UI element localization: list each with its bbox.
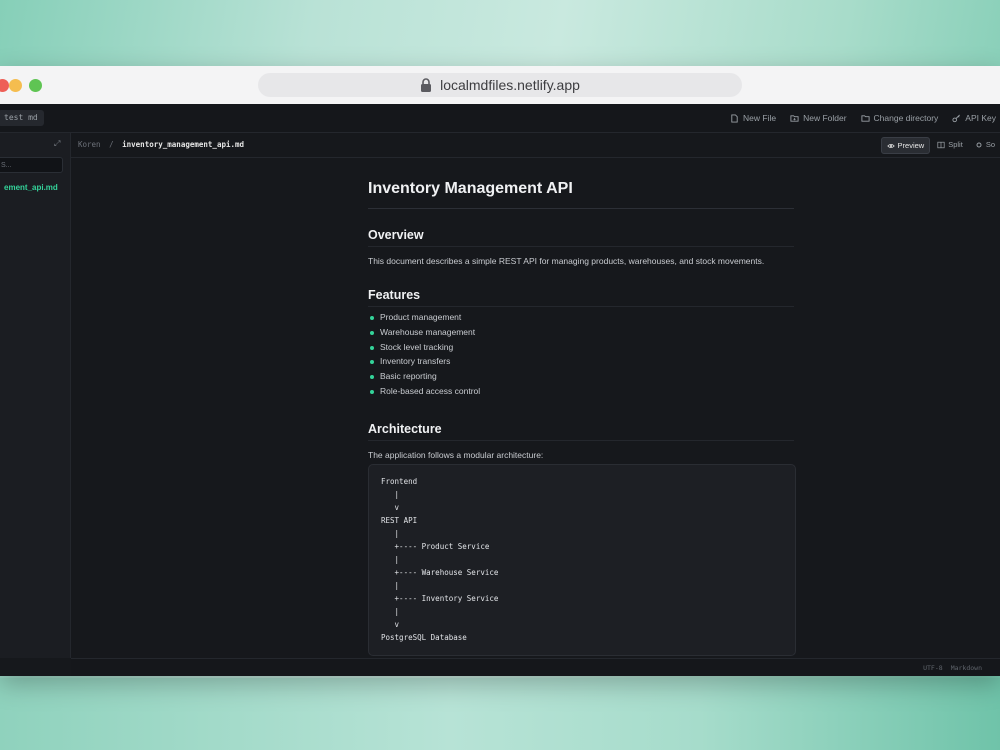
- columns-icon: [937, 141, 945, 148]
- lock-icon: [421, 78, 432, 92]
- api-key-button[interactable]: API Key: [952, 113, 996, 123]
- preview-pane[interactable]: Inventory Management API Overview This d…: [71, 158, 1000, 658]
- feature-text: Inventory transfers: [380, 356, 451, 367]
- mode-status: Markdown: [950, 664, 982, 672]
- overview-text: This document describes a simple REST AP…: [368, 256, 765, 266]
- list-item: Basic reporting: [368, 369, 480, 384]
- bullet-icon: [370, 316, 374, 320]
- close-window-button[interactable]: [0, 79, 9, 92]
- code-line: REST API: [381, 516, 418, 525]
- open-file-tab[interactable]: test md: [0, 110, 44, 126]
- architecture-heading: Architecture: [368, 422, 794, 441]
- code-line: +---- Product Service: [381, 542, 490, 551]
- feature-text: Warehouse management: [380, 326, 476, 337]
- toolbar-actions: New File New Folder Change directory API…: [730, 104, 996, 132]
- code-line: |: [381, 607, 400, 616]
- api-key-label: API Key: [965, 113, 996, 123]
- tab-split-label: Split: [948, 140, 963, 149]
- key-icon: [952, 114, 961, 122]
- breadcrumb-current: inventory_management_api.md: [122, 140, 245, 149]
- collapse-sidebar-icon[interactable]: ⤢: [54, 139, 62, 148]
- code-line: +---- Warehouse Service: [381, 568, 499, 577]
- breadcrumb: Koren / inventory_management_api.md: [78, 140, 244, 149]
- code-line: |: [381, 555, 400, 564]
- eye-icon: [886, 143, 895, 148]
- feature-text: Stock level tracking: [380, 341, 454, 352]
- new-folder-button[interactable]: New Folder: [790, 113, 847, 123]
- background-band: [0, 678, 1000, 750]
- new-file-label: New File: [743, 113, 777, 123]
- status-bar: UTF-8 Markdown: [71, 658, 1000, 676]
- code-line: v: [381, 503, 400, 512]
- code-line: Frontend: [381, 477, 418, 486]
- features-heading: Features: [368, 288, 794, 307]
- file-icon: [731, 113, 738, 123]
- gear-icon: [976, 142, 982, 147]
- address-bar[interactable]: localmdfiles.netlify.app: [258, 73, 742, 97]
- maximize-window-button[interactable]: [29, 79, 42, 92]
- app-root: test md New File New Folder Change direc…: [0, 104, 1000, 676]
- feature-text: Role-based access control: [380, 385, 481, 396]
- sidebar-file-item[interactable]: ement_api.md: [4, 183, 58, 192]
- tab-preview-label: Preview: [897, 141, 925, 150]
- code-block: Frontend | v REST API | +---- Product Se…: [368, 464, 796, 656]
- feature-text: Basic reporting: [380, 371, 437, 382]
- list-item: Inventory transfers: [368, 354, 480, 369]
- file-sidebar: ⤢ S... ement_api.md: [0, 133, 71, 658]
- url-text: localmdfiles.netlify.app: [440, 77, 580, 93]
- document-title: Inventory Management API: [368, 180, 794, 209]
- bullet-icon: [370, 389, 374, 394]
- folder-plus-icon: [790, 114, 799, 122]
- bullet-icon: [370, 345, 374, 350]
- feature-text: Product management: [380, 312, 462, 322]
- new-file-button[interactable]: New File: [730, 113, 776, 123]
- breadcrumb-separator: /: [109, 140, 114, 149]
- code-line: PostgreSQL Database: [381, 633, 467, 642]
- folder-icon: [860, 114, 870, 122]
- tab-split[interactable]: Split: [932, 137, 968, 152]
- breadcrumb-bar: Koren / inventory_management_api.md Prev…: [71, 133, 1000, 158]
- bullet-icon: [370, 375, 374, 380]
- browser-chrome: localmdfiles.netlify.app: [0, 66, 1000, 105]
- code-line: +---- Inventory Service: [381, 594, 499, 603]
- change-directory-label: Change directory: [873, 113, 939, 123]
- tab-source[interactable]: So: [970, 137, 1000, 152]
- list-item: Stock level tracking: [368, 340, 480, 355]
- list-item: Role-based access control: [368, 384, 480, 399]
- app-topbar: test md New File New Folder Change direc…: [0, 104, 1000, 133]
- bullet-icon: [370, 330, 374, 335]
- new-folder-label: New Folder: [803, 113, 847, 123]
- code-line: |: [381, 529, 400, 538]
- file-search-input[interactable]: S...: [0, 157, 63, 173]
- overview-heading: Overview: [368, 228, 794, 247]
- list-item: Product management: [368, 310, 480, 325]
- code-line: |: [381, 490, 400, 499]
- encoding-status: UTF-8: [923, 664, 943, 672]
- tab-preview[interactable]: Preview: [880, 137, 931, 154]
- status-info: UTF-8 Markdown: [923, 664, 982, 672]
- tab-source-label: So: [985, 140, 995, 149]
- change-directory-button[interactable]: Change directory: [860, 113, 939, 123]
- bullet-icon: [370, 360, 374, 365]
- features-list: Product management Warehouse management …: [368, 310, 480, 399]
- browser-window: localmdfiles.netlify.app test md New Fil…: [0, 66, 1000, 676]
- breadcrumb-root[interactable]: Koren: [78, 140, 101, 149]
- view-mode-tabs: Preview Split So: [880, 137, 1000, 154]
- architecture-text: The application follows a modular archit…: [368, 450, 544, 460]
- minimize-window-button[interactable]: [9, 79, 22, 92]
- code-line: |: [381, 581, 400, 590]
- list-item: Warehouse management: [368, 325, 480, 340]
- code-line: v: [381, 620, 400, 629]
